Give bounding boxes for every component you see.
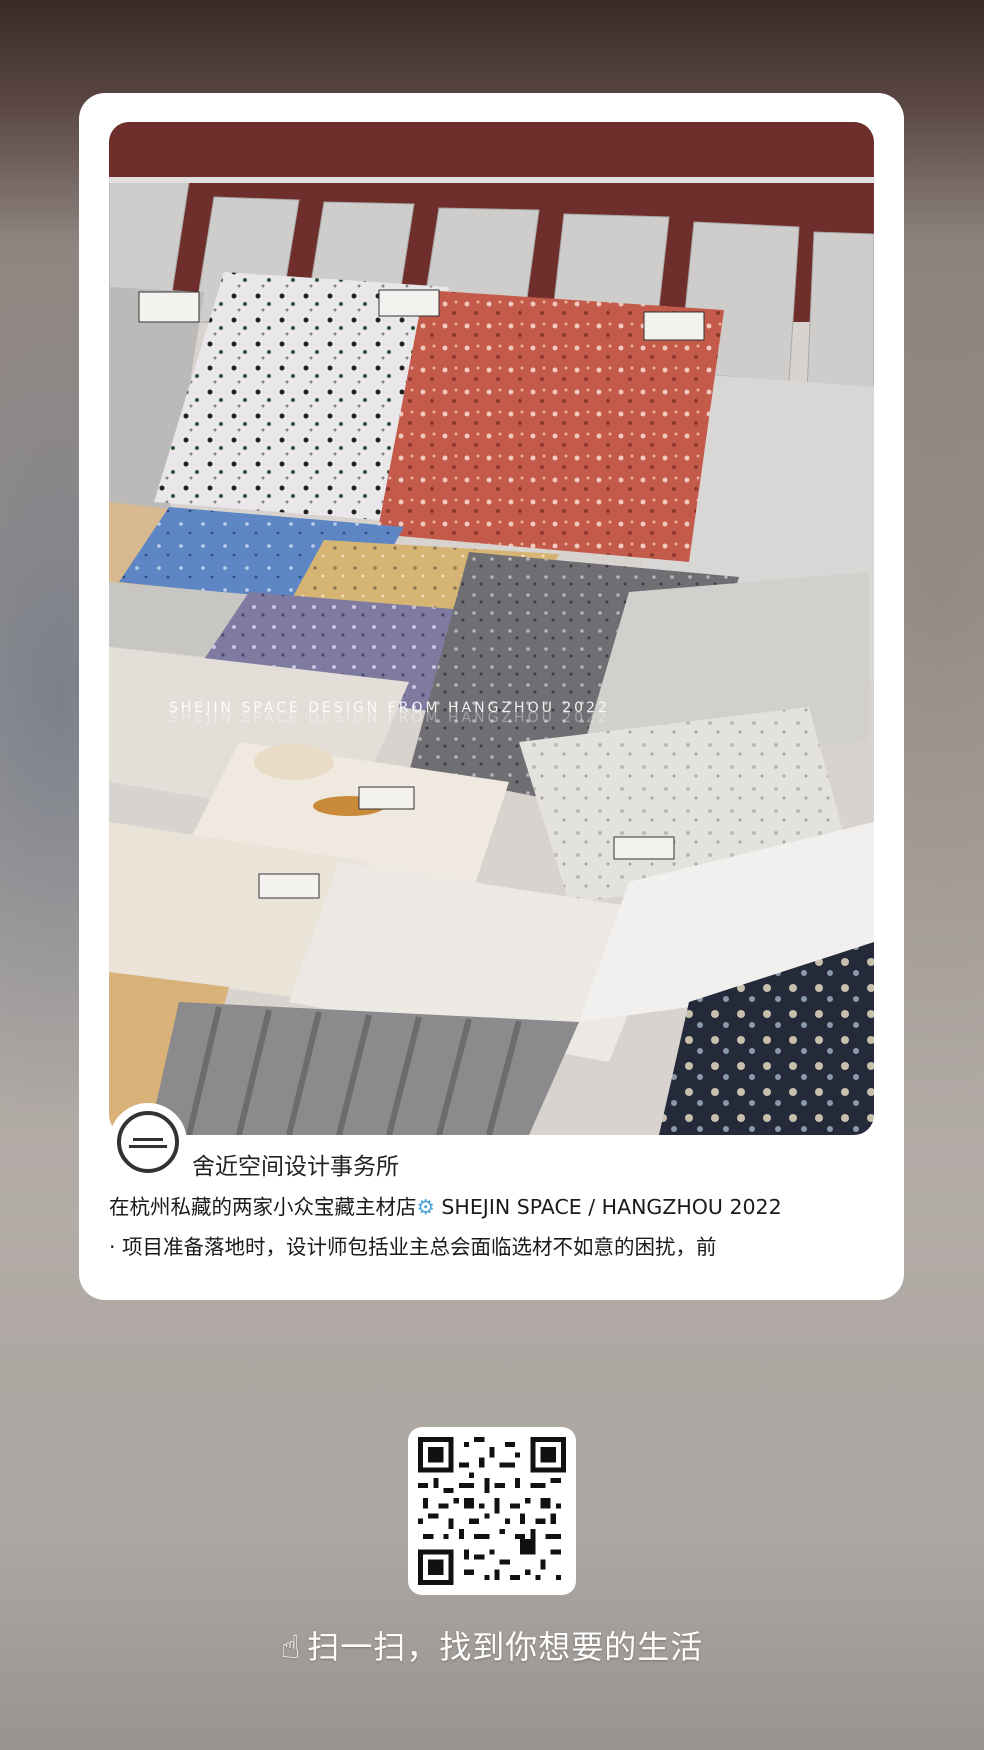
avatar-logo-bar [133,1138,163,1141]
account-name[interactable]: 舍近空间设计事务所 [192,1147,399,1181]
post-card[interactable]: SHEJIN SPACE DESIGN FROM HANGZHOU 2022 舍… [79,93,904,1300]
post-photo[interactable]: SHEJIN SPACE DESIGN FROM HANGZHOU 2022 [109,122,874,1135]
photo-watermark: SHEJIN SPACE DESIGN FROM HANGZHOU 2022 [169,700,610,716]
scan-prompt-text: 扫一扫，找到你想要的生活 [307,1628,704,1666]
post-title[interactable]: 在杭州私藏的两家小众宝藏主材店⚙ SHEJIN SPACE / HANGZHOU… [109,1190,782,1220]
avatar-logo-base [129,1145,167,1148]
post-title-suffix: SHEJIN SPACE / HANGZHOU 2022 [434,1195,782,1219]
qr-code[interactable] [408,1427,576,1595]
post-description: · 项目准备落地时，设计师包括业主总会面临选材不如意的困扰，前 [109,1235,717,1259]
qr-code-image [418,1437,566,1585]
gear-icon: ⚙ [416,1195,435,1219]
post-title-text: 在杭州私藏的两家小众宝藏主材店 [109,1195,417,1219]
scan-prompt: ☝ 扫一扫，找到你想要的生活 [0,1622,984,1668]
avatar-logo-ring [117,1111,179,1173]
pointing-hand-icon: ☝ [280,1628,302,1666]
account-avatar[interactable] [109,1103,187,1181]
terrazzo-samples-image [109,122,874,1135]
